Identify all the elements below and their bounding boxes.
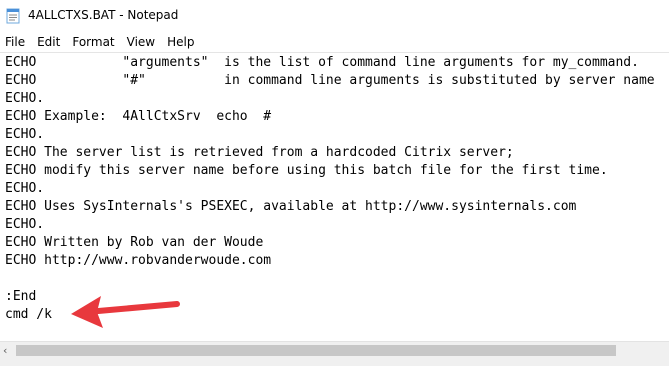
menu-edit[interactable]: Edit (31, 32, 66, 52)
text-line: ECHO "#" in command line arguments is su… (5, 73, 655, 88)
scroll-left-icon[interactable]: ‹ (3, 343, 7, 358)
text-line: ECHO Uses SysInternals's PSEXEC, availab… (5, 199, 577, 214)
text-line: ECHO. (5, 127, 45, 142)
menu-view[interactable]: View (121, 32, 161, 52)
text-line: ECHO http://www.robvanderwoude.com (5, 253, 272, 268)
text-line: ECHO. (5, 91, 45, 106)
notepad-icon (6, 8, 20, 24)
text-line: ECHO Example: 4AllCtxSrv echo # (5, 109, 272, 124)
menu-bar: File Edit Format View Help (0, 32, 669, 52)
text-line: ECHO The server list is retrieved from a… (5, 145, 514, 160)
window-bottom-edge (0, 358, 669, 366)
red-arrow-icon (71, 296, 180, 328)
text-line: ECHO. (5, 217, 45, 232)
menu-file[interactable]: File (0, 32, 31, 52)
window-title: 4ALLCTXS.BAT - Notepad (28, 8, 179, 22)
text-line: cmd /k (5, 307, 52, 322)
menu-format[interactable]: Format (66, 32, 120, 52)
text-line: ECHO. (5, 181, 45, 196)
text-line: :End (5, 289, 37, 304)
arrow-shaft (84, 301, 180, 315)
text-line: ECHO modify this server name before usin… (5, 163, 608, 178)
scrollbar-thumb[interactable] (16, 345, 616, 356)
menu-help[interactable]: Help (161, 32, 200, 52)
text-line: ECHO Written by Rob van der Woude (5, 235, 264, 250)
title-bar: 4ALLCTXS.BAT - Notepad (0, 0, 669, 31)
horizontal-scrollbar[interactable]: ‹ (0, 341, 669, 359)
text-line: ECHO "arguments" is the list of command … (5, 55, 639, 70)
